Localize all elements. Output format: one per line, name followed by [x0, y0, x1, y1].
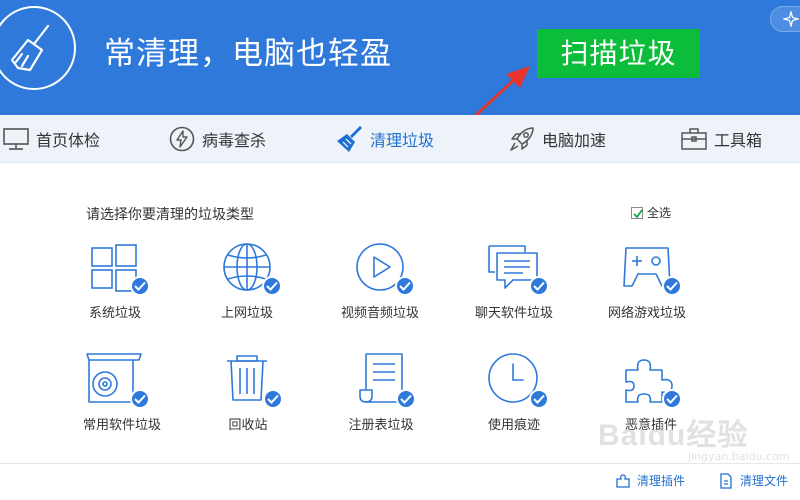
- broom-logo-icon: [0, 6, 76, 90]
- rocket-icon: [508, 125, 536, 153]
- monitor-icon: [2, 125, 30, 153]
- checkbox-checked-icon: [631, 206, 643, 219]
- checked-icon: [662, 276, 682, 296]
- lightning-icon: [168, 125, 196, 153]
- item-label: 视频音频垃圾: [340, 306, 419, 321]
- sparkle-icon: [783, 11, 799, 27]
- checked-icon: [263, 389, 283, 409]
- select-all-label: 全选: [647, 206, 672, 220]
- trash-type-common-software[interactable]: 常用软件垃圾: [57, 352, 187, 452]
- broom-icon: [336, 125, 364, 153]
- item-label: 聊天软件垃圾: [474, 306, 553, 321]
- slogan-text: 常清理，电脑也轻盈: [104, 36, 392, 72]
- item-label: 常用软件垃圾: [82, 418, 161, 433]
- nav-item-label: 首页体检: [36, 131, 101, 150]
- nav-item-label: 清理垃圾: [370, 131, 435, 150]
- trash-type-internet[interactable]: 上网垃圾: [182, 242, 312, 342]
- watermark-subtext: jingyan.baidu.com: [688, 450, 790, 463]
- plugin-icon: [616, 473, 630, 488]
- trash-type-chat-software[interactable]: 聊天软件垃圾: [449, 242, 579, 342]
- trash-type-video-audio[interactable]: 视频音频垃圾: [315, 242, 445, 342]
- main-nav: 首页体检 病毒查杀 清理垃圾 电脑加速 工具箱: [0, 115, 800, 163]
- section-title: 请选择你要清理的垃圾类型: [86, 207, 254, 223]
- trash-type-online-game[interactable]: 网络游戏垃圾: [582, 242, 712, 342]
- item-label: 回收站: [228, 418, 268, 433]
- nav-item-virus-scan[interactable]: 病毒查杀: [168, 115, 266, 163]
- footer-bar: 清理插件 清理文件: [0, 463, 800, 500]
- checked-icon: [396, 389, 416, 409]
- item-label: 使用痕迹: [487, 418, 540, 433]
- clean-files-link[interactable]: 清理文件: [718, 472, 788, 489]
- nav-item-label: 病毒查杀: [202, 131, 267, 150]
- clean-plugins-link[interactable]: 清理插件: [615, 472, 685, 489]
- watermark-text: Baidu经验: [598, 419, 749, 452]
- trash-type-system[interactable]: 系统垃圾: [50, 242, 180, 342]
- header-banner: 常清理，电脑也轻盈 扫描垃圾: [0, 0, 800, 132]
- nav-item-label: 工具箱: [714, 131, 763, 150]
- nav-item-toolbox[interactable]: 工具箱: [680, 115, 762, 163]
- scan-trash-button[interactable]: 扫描垃圾: [537, 29, 700, 78]
- toolbox-icon: [680, 125, 708, 153]
- checked-icon: [130, 276, 150, 296]
- trash-icon: [227, 355, 267, 401]
- item-label: 网络游戏垃圾: [607, 306, 686, 321]
- trash-type-registry[interactable]: 注册表垃圾: [316, 352, 446, 452]
- checked-icon: [529, 389, 549, 409]
- checked-icon: [262, 276, 282, 296]
- footer-link-label: 清理文件: [740, 474, 789, 488]
- nav-item-home-checkup[interactable]: 首页体检: [2, 115, 100, 163]
- item-label: 注册表垃圾: [348, 418, 414, 433]
- baidu-jingyan-watermark: Baidu经验 jingyan.baidu.com: [598, 410, 790, 463]
- trash-type-recycle-bin[interactable]: 回收站: [183, 352, 313, 452]
- checked-icon: [130, 389, 150, 409]
- item-label: 系统垃圾: [88, 306, 141, 321]
- nav-item-clean-trash[interactable]: 清理垃圾: [336, 115, 434, 163]
- checked-icon: [395, 276, 415, 296]
- file-icon: [720, 472, 732, 489]
- checked-icon: [662, 389, 682, 409]
- nav-item-speed-up[interactable]: 电脑加速: [508, 115, 606, 163]
- nav-item-label: 电脑加速: [542, 131, 607, 150]
- footer-link-label: 清理插件: [637, 474, 686, 488]
- app-window: 常清理，电脑也轻盈 扫描垃圾 首页体检 病毒查杀 清理垃圾 电脑加速 工具箱 请…: [0, 0, 800, 500]
- checked-icon: [529, 276, 549, 296]
- trash-type-usage-traces[interactable]: 使用痕迹: [449, 352, 579, 452]
- item-label: 上网垃圾: [220, 306, 273, 321]
- sparkle-button[interactable]: [770, 6, 800, 32]
- select-all-checkbox[interactable]: 全选: [631, 204, 671, 221]
